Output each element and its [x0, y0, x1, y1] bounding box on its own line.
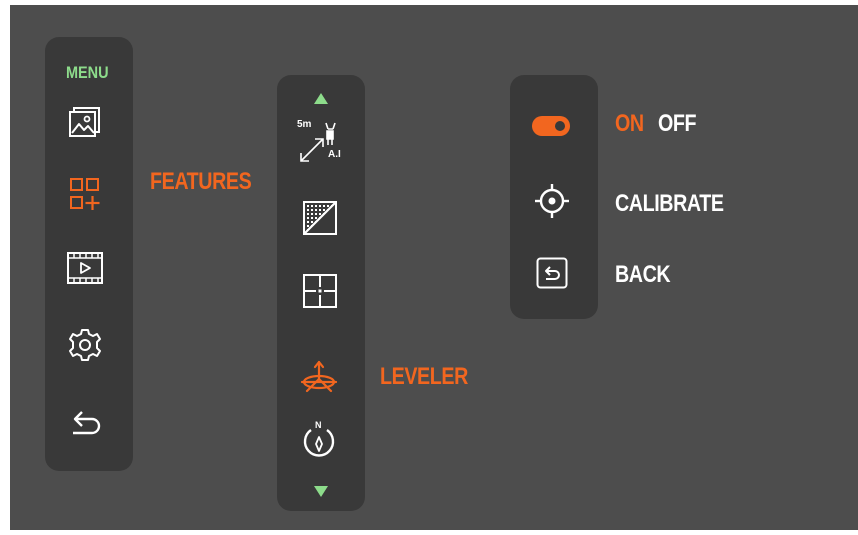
back-arrow-icon[interactable]	[70, 403, 102, 435]
menu-title: MENU	[66, 63, 109, 82]
target-icon[interactable]	[534, 183, 570, 219]
ai-rangefinder-icon[interactable]: 5m A.I	[297, 119, 343, 169]
compass-icon[interactable]: N	[301, 420, 337, 460]
device-screen: MENU FEATURES 5m A.I N LEVELER ON OFF CA…	[10, 5, 858, 530]
toggle-off-label[interactable]: OFF	[658, 112, 697, 136]
back-label[interactable]: BACK	[615, 263, 671, 287]
scroll-up-arrow-icon[interactable]	[314, 93, 328, 104]
deer-rangefinder-icon	[300, 122, 336, 162]
video-playback-icon[interactable]	[67, 252, 103, 284]
gradient-icon[interactable]	[303, 201, 337, 235]
features-icon[interactable]	[70, 178, 100, 212]
gear-icon[interactable]	[68, 328, 102, 362]
calibrate-label[interactable]: CALIBRATE	[615, 192, 724, 216]
compass-north-text: N	[315, 420, 322, 430]
scroll-down-arrow-icon[interactable]	[314, 486, 328, 497]
gallery-icon[interactable]	[69, 105, 101, 137]
leveler-icon[interactable]	[300, 360, 338, 394]
features-label: FEATURES	[150, 168, 252, 195]
leveler-label: LEVELER	[380, 363, 468, 390]
back-icon[interactable]	[536, 257, 568, 289]
toggle-on-label[interactable]: ON	[615, 112, 644, 136]
toggle-switch-icon[interactable]	[531, 115, 571, 137]
crosshair-grid-icon[interactable]	[303, 274, 337, 308]
